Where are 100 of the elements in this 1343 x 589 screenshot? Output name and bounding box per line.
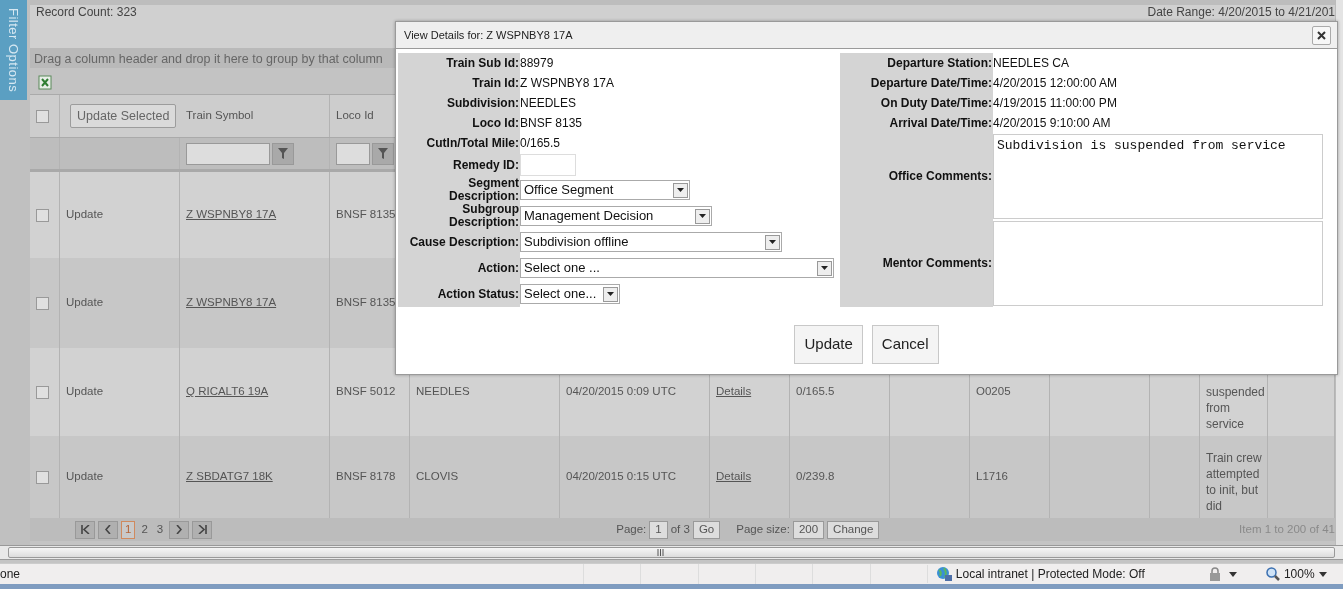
field-label: CutIn/Total Mile: (426, 136, 519, 150)
field-label: Train Sub Id: (446, 56, 519, 70)
details-link[interactable]: Details (716, 468, 752, 486)
zoom-level: 100% (1283, 566, 1315, 583)
checkbox[interactable] (36, 470, 49, 484)
first-page-button[interactable] (75, 520, 95, 539)
caret-icon (699, 214, 706, 218)
field-label: Action: (477, 261, 519, 275)
field-label: Cause Description: (409, 235, 519, 249)
field-value: BNSF 8135 (520, 115, 583, 132)
record-count: Record Count: 323 (36, 6, 137, 19)
field-label: Arrival Date/Time: (889, 116, 992, 130)
field-label: Train Id: (472, 76, 519, 90)
checkbox[interactable] (36, 385, 49, 399)
field-label: Remedy ID: (452, 158, 519, 172)
zoom-button[interactable]: 100% (1265, 565, 1343, 583)
update-selected-button[interactable]: Update Selected (70, 103, 177, 129)
next-page-button[interactable] (169, 520, 190, 539)
previous-page-icon (105, 525, 111, 534)
update-button[interactable]: Update (794, 325, 863, 364)
field-label: Subgroup Description: (448, 203, 519, 229)
table-cell-text: BNSF 8178 (336, 469, 396, 485)
field-value: 4/20/2015 12:00:00 AM (993, 75, 1118, 92)
field-value: NEEDLES CA (993, 55, 1070, 72)
filter-button[interactable] (272, 142, 294, 165)
details-link[interactable]: Details (716, 383, 752, 401)
go-button[interactable]: Go (692, 520, 721, 539)
field-label: Departure Station: (887, 56, 992, 70)
last-page-icon (197, 525, 207, 534)
caret-icon (1228, 571, 1237, 577)
field-label: Departure Date/Time: (870, 76, 992, 90)
column-header[interactable]: Train Symbol (186, 107, 254, 125)
train-symbol-link[interactable]: Z WSPNBY8 17A (186, 206, 277, 224)
comment-field[interactable]: Subdivision is suspended from service (993, 134, 1323, 219)
field-label: Subdivision: (447, 96, 519, 110)
page-link[interactable]: 2 (138, 520, 151, 539)
dialog-title: View Details for: Z WSPNBY8 17A (404, 27, 573, 43)
train-symbol-link[interactable]: Q RICALT6 19A (186, 383, 269, 401)
magnifier-icon (1265, 567, 1280, 581)
dropdown[interactable]: Select one... (520, 284, 620, 304)
field-value: 4/19/2015 11:00:00 PM (993, 95, 1117, 112)
train-symbol-link[interactable]: Z WSPNBY8 17A (186, 294, 277, 312)
table-cell-text: 04/20/2015 0:09 UTC (566, 384, 676, 400)
caret-icon (607, 292, 614, 296)
dropdown[interactable]: Subdivision offline (520, 232, 782, 252)
security-zone: Local intranet | Protected Mode: Off (955, 566, 1145, 583)
field-label: Segment Description: (448, 177, 519, 203)
dropdown[interactable]: Select one ... (520, 258, 834, 278)
field-value: 88979 (520, 55, 554, 72)
dropdown[interactable]: Office Segment (520, 180, 690, 200)
next-page-icon (176, 525, 183, 534)
spreadsheet-icon (38, 75, 52, 91)
globe-icon (935, 566, 952, 582)
table-cell-text: 04/20/2015 0:15 UTC (566, 469, 676, 485)
previous-page-button[interactable] (98, 520, 118, 539)
field-value: 4/20/2015 9:10:00 AM (993, 115, 1111, 132)
page-link[interactable]: 3 (153, 520, 167, 539)
field-label: On Duty Date/Time: (880, 96, 992, 110)
status-text: one (0, 566, 22, 583)
page-size-field[interactable]: 200 (792, 520, 825, 539)
field-label: Office Comments: (888, 170, 992, 183)
checkbox[interactable] (36, 109, 49, 123)
update-link[interactable]: Update (66, 206, 104, 224)
update-link[interactable]: Update (66, 294, 104, 312)
checkbox[interactable] (36, 296, 49, 310)
field-label: Mentor Comments: (882, 257, 992, 270)
grip-icon (657, 549, 664, 556)
funnel-icon (378, 148, 388, 159)
filter-field[interactable] (186, 142, 270, 165)
change-button[interactable]: Change (827, 520, 880, 539)
update-link[interactable]: Update (66, 468, 104, 486)
table-cell-text: CLOVIS (416, 469, 459, 485)
page-number-field[interactable]: 1 (649, 520, 668, 539)
filter-field[interactable] (336, 142, 370, 165)
page-size-label: Page size: (736, 521, 790, 537)
comment-text: suspended from service (1206, 384, 1265, 432)
group-hint: Drag a column header and drop it here to group by that column (34, 52, 383, 66)
date-range: Date Range: 4/20/2015 to 4/21/201 (1147, 6, 1335, 19)
table-cell-text: BNSF 5012 (336, 384, 396, 400)
field-value: NEEDLES (520, 95, 577, 112)
filter-button[interactable] (372, 142, 394, 165)
page-count: of 3 (670, 521, 690, 537)
field-value: 0/165.5 (520, 135, 561, 152)
last-page-button[interactable] (192, 520, 213, 539)
caret-icon (677, 188, 684, 192)
horizontal-scrollbar[interactable] (0, 545, 1343, 560)
train-symbol-link[interactable]: Z SBDATG7 18K (186, 468, 273, 486)
caret-icon (769, 240, 776, 244)
caret-icon (1318, 571, 1327, 577)
cancel-button[interactable]: Cancel (871, 325, 939, 364)
input-field[interactable] (520, 154, 576, 176)
table-cell-text: BNSF 8135 (336, 207, 396, 223)
close-button[interactable] (1312, 25, 1331, 45)
comment-field[interactable] (993, 221, 1323, 306)
page-link[interactable]: 1 (121, 520, 136, 539)
checkbox[interactable] (36, 208, 49, 222)
update-link[interactable]: Update (66, 383, 104, 401)
column-header[interactable]: Loco Id (336, 107, 374, 125)
table-cell-text: 0/239.8 (796, 469, 835, 485)
dropdown[interactable]: Management Decision (520, 206, 712, 226)
